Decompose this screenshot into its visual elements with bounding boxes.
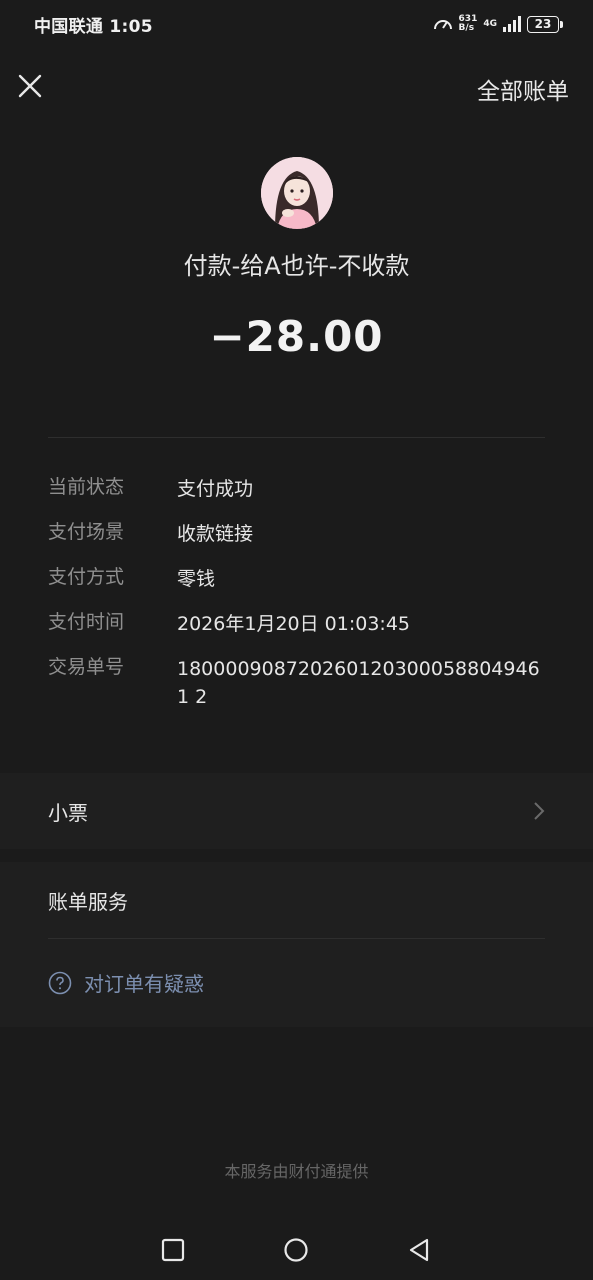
carrier-time: 中国联通 1:05 (34, 16, 153, 37)
detail-label: 支付方式 (48, 566, 125, 588)
question-circle-icon (48, 971, 72, 994)
all-bills-link[interactable]: 全部账单 (477, 72, 569, 106)
detail-value: 2026年1月20日 01:03:45 (177, 613, 410, 635)
network-speed: 631 B/s (459, 15, 478, 33)
detail-value: 收款链接 (177, 523, 254, 545)
avatar-image (261, 157, 333, 229)
divider (48, 437, 545, 438)
order-doubt-label: 对订单有疑惑 (84, 972, 204, 996)
detail-row-time: 支付时间 2026年1月20日 01:03:45 (48, 610, 548, 638)
navigation-bar (0, 1218, 593, 1280)
detail-label: 支付时间 (48, 611, 125, 633)
header: 全部账单 (0, 60, 593, 114)
detail-label: 支付场景 (48, 521, 125, 543)
status-icons: 631 B/s 4G 23 (433, 15, 563, 33)
amount: −28.00 (209, 312, 384, 361)
detail-label: 交易单号 (48, 656, 125, 678)
close-icon[interactable] (14, 70, 46, 102)
receipt-label: 小票 (48, 801, 88, 825)
order-doubt-link[interactable]: 对订单有疑惑 (48, 968, 204, 997)
detail-label: 当前状态 (48, 476, 125, 498)
signal-icon (503, 16, 521, 32)
details-list: 当前状态 支付成功 支付场景 收款链接 支付方式 零钱 支付时间 2026年1月… (48, 475, 548, 728)
status-bar: 中国联通 1:05 631 B/s 4G 23 (0, 0, 593, 48)
network-speed-unit: B/s (458, 23, 475, 33)
network-type-label: 4G (483, 18, 497, 29)
bill-services-title: 账单服务 (48, 890, 128, 914)
footer-provider: 本服务由财付通提供 (224, 1162, 369, 1181)
battery-icon: 23 (527, 15, 563, 33)
network-type: 4G (483, 18, 497, 29)
divider (48, 938, 545, 939)
detail-row-transaction-id: 交易单号 1800009087202601203000588049461 2 (48, 655, 548, 711)
avatar (261, 157, 333, 229)
battery-level: 23 (534, 17, 552, 31)
detail-value: 支付成功 (177, 478, 254, 500)
speedometer-icon (433, 20, 452, 30)
receipt-row[interactable]: 小票 (0, 773, 593, 849)
detail-row-scene: 支付场景 收款链接 (48, 520, 548, 548)
detail-row-status: 当前状态 支付成功 (48, 475, 548, 503)
back-icon[interactable] (405, 1236, 433, 1264)
payee-title: 付款-给A也许-不收款 (183, 252, 410, 280)
bill-detail-page: 中国联通 1:05 631 B/s 4G 23 全部账单 付款-给A也许-不收款… (0, 0, 593, 1280)
transaction-id: 1800009087202601203000588049461 2 (177, 658, 540, 708)
bill-services-section: 账单服务 对订单有疑惑 (0, 862, 593, 1027)
detail-row-method: 支付方式 零钱 (48, 565, 548, 593)
recent-apps-icon[interactable] (159, 1236, 187, 1264)
home-icon[interactable] (282, 1236, 310, 1264)
chevron-right-icon (534, 802, 545, 820)
detail-value: 零钱 (177, 568, 216, 590)
